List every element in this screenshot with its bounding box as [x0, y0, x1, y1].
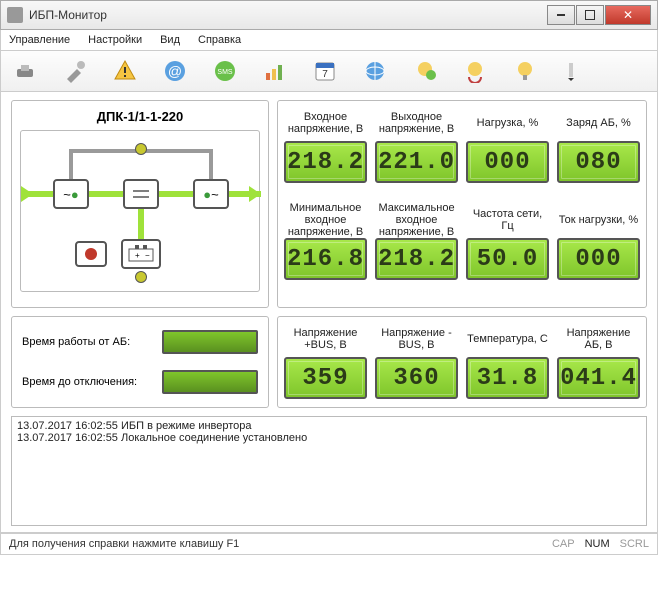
input-voltage-value: 218.2	[284, 141, 367, 183]
chart-icon[interactable]	[261, 57, 289, 85]
svg-text:@: @	[168, 63, 182, 79]
temperature-label: Температура, С	[466, 325, 549, 353]
min-input-value: 216.8	[284, 238, 367, 280]
temperature-value: 31.8	[466, 357, 549, 399]
runtime-to-shutdown-label: Время до отключения:	[22, 376, 156, 388]
log-line: 13.07.2017 16:02:55 ИБП в режиме инверто…	[17, 420, 641, 432]
log-line: 13.07.2017 16:02:55 Локальное соединение…	[17, 432, 641, 444]
input-voltage-label: Входное напряжение, В	[284, 109, 367, 137]
globe-icon[interactable]	[361, 57, 389, 85]
status-bar: Для получения справки нажмите клавишу F1…	[0, 533, 658, 555]
menu-help[interactable]: Справка	[198, 34, 241, 46]
scroll-indicator: SCRL	[620, 538, 649, 550]
runtime-on-battery-label: Время работы от АБ:	[22, 336, 156, 348]
max-input-label: Максимальное входное напряжение, В	[375, 206, 458, 234]
maximize-button[interactable]	[576, 5, 604, 25]
output-voltage-value: 221.0	[375, 141, 458, 183]
battery-block: +−	[121, 239, 161, 269]
bypass-indicator	[135, 143, 147, 155]
bus-pos-label: Напряжение +BUS, В	[284, 325, 367, 353]
battery-charge-value: 080	[557, 141, 640, 183]
close-button[interactable]	[605, 5, 651, 25]
minimize-button[interactable]	[547, 5, 575, 25]
device-panel: ДПК-1/1-1-220 ~●	[11, 100, 269, 308]
ups-schematic: ~● ●~ +−	[20, 130, 260, 292]
metrics-panel-bottom: Напряжение +BUS, В 359 Напряжение -BUS, В…	[277, 316, 647, 408]
connection-icon[interactable]	[11, 57, 39, 85]
bulb-refresh-icon[interactable]	[461, 57, 489, 85]
load-value: 000	[466, 141, 549, 183]
bulb-icon[interactable]	[511, 57, 539, 85]
app-icon	[7, 7, 23, 23]
battery-voltage-value: 041.4	[557, 357, 640, 399]
frequency-value: 50.0	[466, 238, 549, 280]
toolbar-overflow-icon[interactable]	[561, 57, 589, 85]
runtime-panel: Время работы от АБ: Время до отключения:	[11, 316, 269, 408]
fault-indicator	[75, 241, 107, 267]
dc-block	[123, 179, 159, 209]
num-indicator: NUM	[585, 538, 610, 550]
bus-neg-label: Напряжение -BUS, В	[375, 325, 458, 353]
svg-text:7: 7	[322, 69, 328, 80]
calendar-icon[interactable]: 7	[311, 57, 339, 85]
battery-indicator	[135, 271, 147, 283]
email-icon[interactable]: @	[161, 57, 189, 85]
max-input-value: 218.2	[375, 238, 458, 280]
warning-icon[interactable]	[111, 57, 139, 85]
menu-bar: Управление Настройки Вид Справка	[0, 30, 658, 51]
load-current-label: Ток нагрузки, %	[557, 206, 640, 234]
bulb-green-icon[interactable]	[411, 57, 439, 85]
sms-icon[interactable]: SMS	[211, 57, 239, 85]
rectifier-block: ~●	[53, 179, 89, 209]
device-name: ДПК-1/1-1-220	[20, 109, 260, 124]
battery-charge-label: Заряд АБ, %	[557, 109, 640, 137]
frequency-label: Частота сети, Гц	[466, 206, 549, 234]
svg-text:−: −	[145, 251, 150, 260]
event-log[interactable]: 13.07.2017 16:02:55 ИБП в режиме инверто…	[11, 416, 647, 526]
svg-text:+: +	[135, 251, 140, 260]
status-hint: Для получения справки нажмите клавишу F1	[9, 538, 542, 550]
min-input-label: Минимальное входное напряжение, В	[284, 206, 367, 234]
bus-neg-value: 360	[375, 357, 458, 399]
runtime-to-shutdown-bar	[162, 370, 258, 394]
runtime-on-battery-bar	[162, 330, 258, 354]
bus-pos-value: 359	[284, 357, 367, 399]
toolbar: @ SMS 7	[0, 51, 658, 92]
menu-view[interactable]: Вид	[160, 34, 180, 46]
window-titlebar: ИБП-Монитор	[0, 0, 658, 30]
window-title: ИБП-Монитор	[29, 8, 546, 22]
load-label: Нагрузка, %	[466, 109, 549, 137]
inverter-block: ●~	[193, 179, 229, 209]
load-current-value: 000	[557, 238, 640, 280]
metrics-panel-top: Входное напряжение, В 218.2 Выходное напр…	[277, 100, 647, 308]
caps-indicator: CAP	[552, 538, 575, 550]
output-voltage-label: Выходное напряжение, В	[375, 109, 458, 137]
tools-icon[interactable]	[61, 57, 89, 85]
menu-control[interactable]: Управление	[9, 34, 70, 46]
battery-voltage-label: Напряжение АБ, В	[557, 325, 640, 353]
svg-text:SMS: SMS	[217, 69, 233, 76]
menu-settings[interactable]: Настройки	[88, 34, 142, 46]
